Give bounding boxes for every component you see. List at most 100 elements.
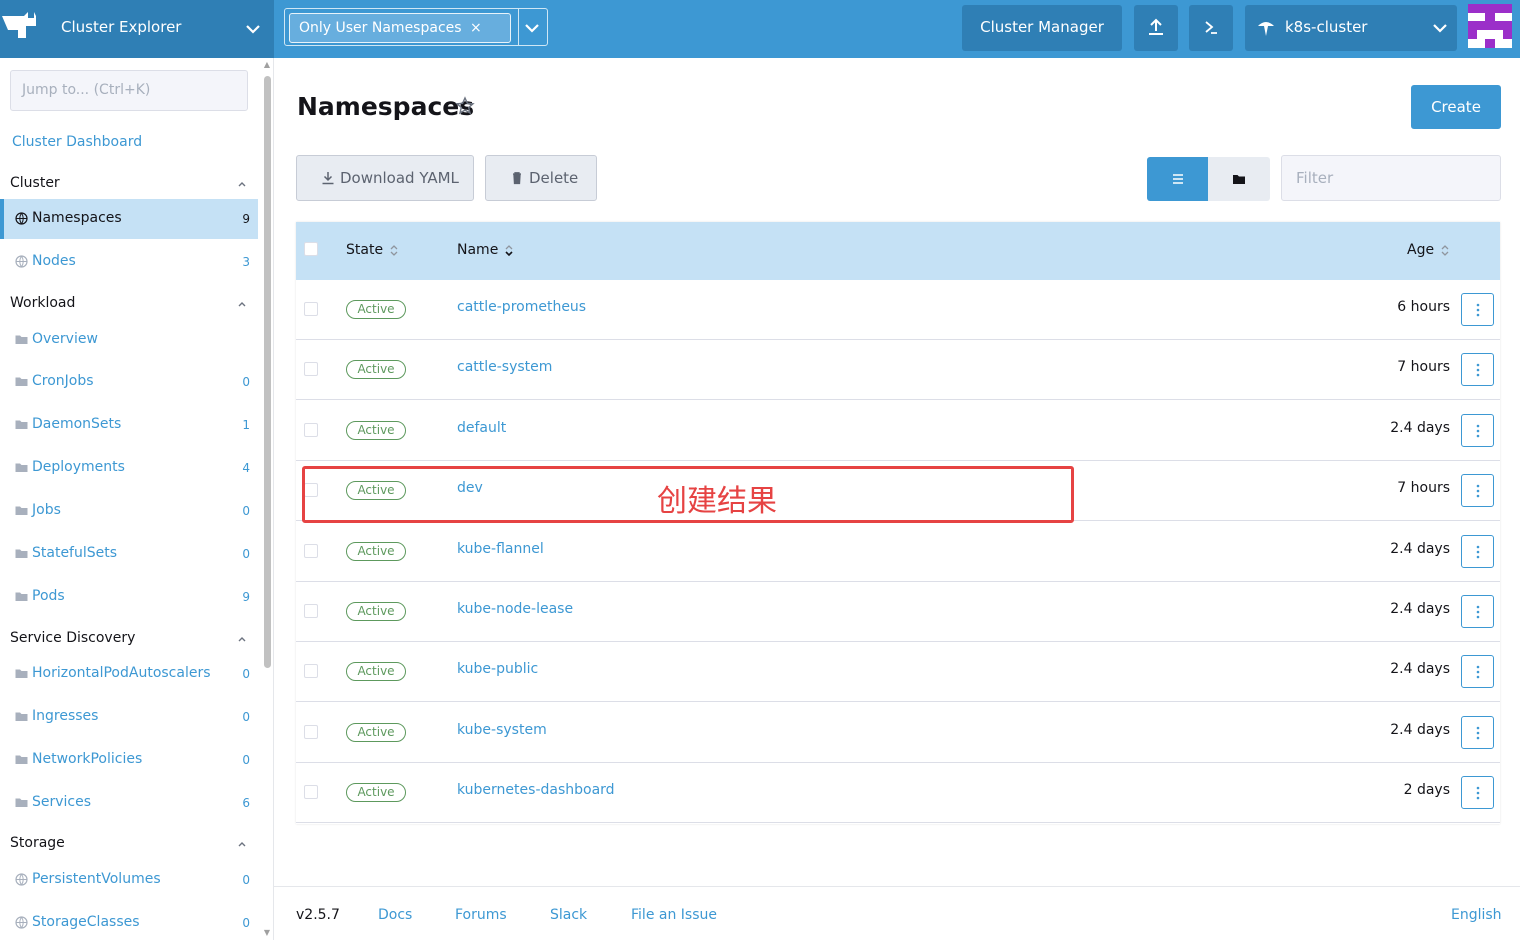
- scroll-up-arrow-icon[interactable]: ▲: [262, 60, 272, 70]
- row-actions-button[interactable]: [1461, 353, 1494, 387]
- sidebar-item-nodes[interactable]: Nodes 3: [0, 242, 258, 282]
- sidebar-item-statefulsets[interactable]: StatefulSets 0: [0, 534, 258, 574]
- column-header-age[interactable]: Age: [1407, 242, 1450, 258]
- sort-icon: [1441, 245, 1449, 256]
- more-vertical-icon: [1476, 424, 1480, 438]
- jump-to-search-input[interactable]: Jump to... (Ctrl+K): [10, 70, 248, 111]
- sidebar-item-count: 9: [242, 590, 250, 604]
- namespace-name-link[interactable]: cattle-prometheus: [457, 299, 586, 315]
- row-actions-button[interactable]: [1461, 534, 1494, 568]
- sidebar-item-ingresses[interactable]: Ingresses 0: [0, 697, 258, 737]
- list-view-toggle[interactable]: [1147, 157, 1208, 201]
- namespace-name-link[interactable]: cattle-system: [457, 359, 552, 375]
- row-checkbox[interactable]: [304, 543, 318, 558]
- cluster-switcher[interactable]: k8s-cluster: [1245, 5, 1457, 51]
- row-actions-button[interactable]: [1461, 715, 1494, 749]
- user-avatar[interactable]: [1468, 4, 1512, 48]
- row-actions-button[interactable]: [1461, 413, 1494, 447]
- upload-icon: [1149, 18, 1163, 35]
- sidebar-item-label: CronJobs: [32, 373, 94, 389]
- sidebar-item-count: 4: [242, 461, 250, 475]
- sidebar-scrollbar[interactable]: ▲ ▼: [262, 58, 272, 940]
- sidebar-group-header[interactable]: Service Discovery: [10, 630, 250, 646]
- row-checkbox[interactable]: [304, 422, 318, 437]
- namespace-filter-chip: Only User Namespaces ×: [289, 13, 511, 43]
- create-button[interactable]: Create: [1411, 85, 1501, 129]
- folder-icon: [15, 418, 28, 431]
- download-yaml-button[interactable]: Download YAML: [296, 155, 474, 201]
- sidebar-item-count: 0: [242, 667, 250, 681]
- column-header-name[interactable]: Name: [457, 242, 514, 258]
- cluster-dashboard-link[interactable]: Cluster Dashboard: [12, 134, 142, 150]
- sidebar-item-pods[interactable]: Pods 9: [0, 577, 258, 617]
- row-actions-button[interactable]: [1461, 595, 1494, 628]
- sidebar-item-namespaces[interactable]: Namespaces 9: [0, 199, 258, 239]
- namespace-age: 2.4 days: [1390, 721, 1450, 738]
- sidebar-item-cronjobs[interactable]: CronJobs 0: [0, 362, 258, 402]
- row-actions-button[interactable]: [1461, 776, 1494, 810]
- kubectl-shell-button[interactable]: [1189, 5, 1233, 51]
- filter-input[interactable]: Filter: [1281, 155, 1501, 201]
- namespace-name-link[interactable]: kube-public: [457, 661, 538, 677]
- avatar-identicon-icon: [1468, 4, 1512, 48]
- row-actions-button[interactable]: [1461, 474, 1494, 508]
- scrollbar-thumb[interactable]: [264, 76, 271, 668]
- table-row: Active kube-public 2.4 days: [296, 642, 1500, 703]
- namespace-filter-select[interactable]: Only User Namespaces ×: [284, 8, 548, 46]
- sidebar-group-label: Service Discovery: [10, 630, 136, 646]
- status-badge: Active: [346, 360, 406, 380]
- row-checkbox[interactable]: [304, 785, 318, 800]
- import-yaml-button[interactable]: [1134, 5, 1178, 51]
- sidebar-item-daemonsets[interactable]: DaemonSets 1: [0, 405, 258, 445]
- row-checkbox[interactable]: [304, 302, 318, 316]
- row-actions-button[interactable]: [1461, 655, 1494, 689]
- sidebar-item-count: 0: [242, 873, 250, 887]
- namespace-age: 2.4 days: [1390, 419, 1450, 436]
- cluster-explorer-menu[interactable]: Cluster Explorer: [0, 0, 274, 58]
- page-title: Namespaces: [297, 92, 475, 121]
- namespace-age: 2.4 days: [1390, 601, 1450, 617]
- file-an-issue-link[interactable]: File an Issue: [631, 907, 717, 923]
- row-checkbox[interactable]: [304, 604, 318, 618]
- docs-link[interactable]: Docs: [378, 907, 412, 923]
- status-badge: Active: [346, 420, 406, 440]
- namespace-name-link[interactable]: kube-node-lease: [457, 601, 573, 617]
- sidebar-group-header[interactable]: Workload: [10, 295, 250, 311]
- cluster-manager-button[interactable]: Cluster Manager: [962, 5, 1122, 51]
- namespace-age: 7 hours: [1397, 359, 1450, 376]
- sidebar-item-storageclasses[interactable]: StorageClasses 0: [0, 903, 258, 943]
- folder-icon: [15, 590, 28, 603]
- remove-chip-icon[interactable]: ×: [470, 20, 482, 36]
- slack-link[interactable]: Slack: [550, 907, 587, 923]
- delete-button[interactable]: Delete: [485, 155, 597, 201]
- sidebar-item-overview[interactable]: Overview: [0, 320, 258, 360]
- scroll-down-arrow-icon[interactable]: ▼: [262, 928, 272, 938]
- language-selector[interactable]: English: [1451, 907, 1502, 923]
- sidebar-item-horizontalpodautoscalers[interactable]: HorizontalPodAutoscalers 0: [0, 654, 258, 694]
- sidebar-item-label: NetworkPolicies: [32, 751, 143, 767]
- namespace-name-link[interactable]: kubernetes-dashboard: [457, 782, 615, 798]
- row-actions-button[interactable]: [1461, 293, 1494, 326]
- group-by-namespace-toggle[interactable]: [1208, 157, 1270, 201]
- sidebar-item-count: 3: [242, 255, 250, 269]
- sidebar-item-deployments[interactable]: Deployments 4: [0, 448, 258, 488]
- namespace-name-link[interactable]: default: [457, 420, 506, 436]
- chevron-down-icon[interactable]: [523, 19, 541, 37]
- row-checkbox[interactable]: [304, 362, 318, 377]
- chevron-up-icon: [238, 637, 246, 642]
- column-header-state[interactable]: State: [346, 242, 399, 258]
- select-all-checkbox[interactable]: [304, 242, 318, 256]
- favorite-star-icon[interactable]: [455, 96, 475, 116]
- row-checkbox[interactable]: [304, 724, 318, 739]
- row-checkbox[interactable]: [304, 664, 318, 679]
- namespace-name-link[interactable]: kube-flannel: [457, 541, 544, 557]
- namespace-name-link[interactable]: kube-system: [457, 722, 547, 738]
- sidebar-group-header[interactable]: Cluster: [10, 175, 250, 191]
- forums-link[interactable]: Forums: [455, 907, 507, 923]
- sidebar-item-networkpolicies[interactable]: NetworkPolicies 0: [0, 740, 258, 780]
- sidebar-item-persistentvolumes[interactable]: PersistentVolumes 0: [0, 860, 258, 900]
- sidebar-item-jobs[interactable]: Jobs 0: [0, 491, 258, 531]
- sidebar-group-header[interactable]: Storage: [10, 835, 250, 851]
- top-header: Cluster Explorer Only User Namespaces × …: [0, 0, 1520, 58]
- sidebar-item-services[interactable]: Services 6: [0, 783, 258, 823]
